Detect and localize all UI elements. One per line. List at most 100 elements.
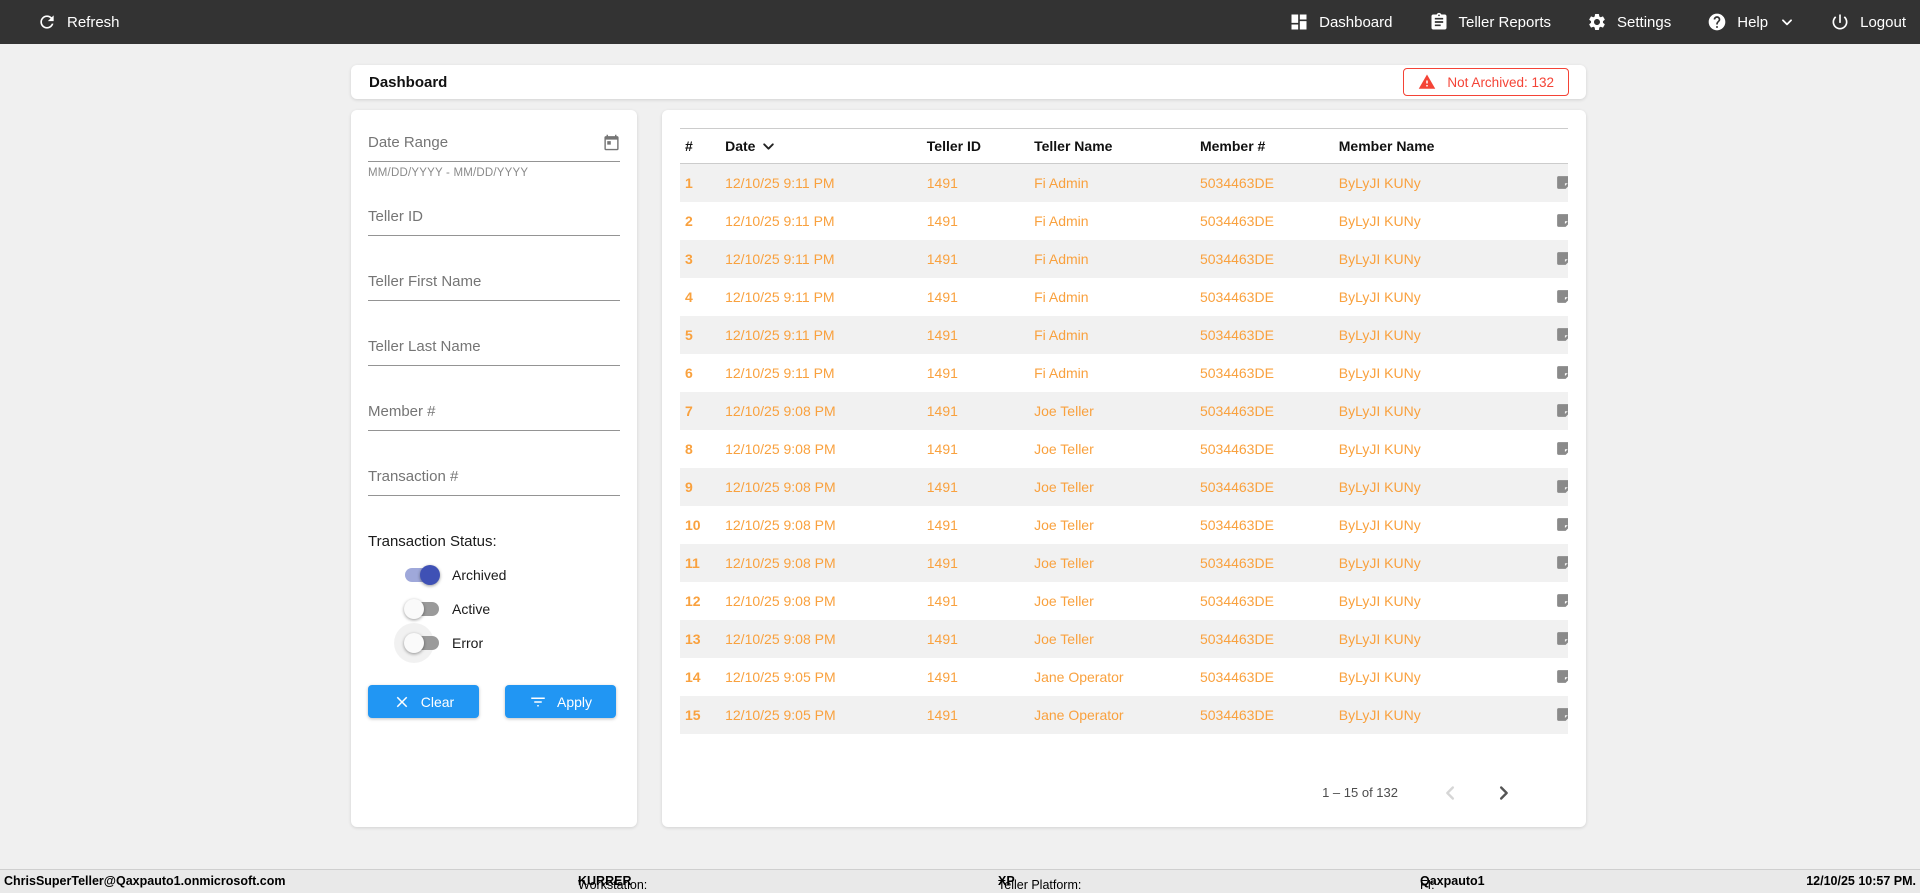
teller-first-name-label: Teller First Name [368,273,482,290]
clipboard-icon [1429,12,1449,32]
table-row[interactable]: 3 12/10/25 9:11 PM 1491 Fi Admin 5034463DE By… [680,239,1568,278]
table-cell: 5034463DE [1199,516,1274,533]
table-cell: ByLyJI KUNy [1338,250,1421,267]
table-cell: Jane Operator [1034,668,1124,685]
active-toggle[interactable] [404,599,440,619]
nav-settings[interactable]: Settings [1587,12,1671,32]
transactions-table: # Date Teller ID Teller Name Member # Me… [680,128,1568,734]
sort-desc-icon [762,140,775,153]
table-row[interactable]: 7 12/10/25 9:08 PM 1491 Joe Teller 5034463DE… [680,391,1568,430]
note-icon[interactable] [1550,202,1568,240]
note-icon[interactable] [1550,506,1568,544]
table-cell: 4 [685,288,693,305]
table-cell: 15 [685,706,701,723]
table-header-row: # Date Teller ID Teller Name Member # Me… [680,128,1568,164]
table-cell: 1491 [926,516,958,533]
apply-button[interactable]: Apply [505,685,616,718]
note-icon[interactable] [1550,278,1568,316]
table-row[interactable]: 14 12/10/25 9:05 PM 1491 Jane Operator 50344… [680,658,1568,696]
table-row[interactable]: 11 12/10/25 9:08 PM 1491 Joe Teller 5034463D… [680,543,1568,582]
top-navbar: Refresh Dashboard Teller Reports Setting… [0,0,1920,44]
table-cell: 5034463DE [1199,668,1274,685]
table-row[interactable]: 5 12/10/25 9:11 PM 1491 Fi Admin 5034463DE By… [680,315,1568,354]
table-cell: 12/10/25 9:08 PM [725,630,836,647]
table-row[interactable]: 2 12/10/25 9:11 PM 1491 Fi Admin 5034463DE By… [680,202,1568,240]
table-row[interactable]: 12 12/10/25 9:08 PM 1491 Joe Teller 5034463D… [680,582,1568,620]
apply-button-label: Apply [556,693,593,710]
table-cell: 14 [685,668,701,685]
table-row[interactable]: 8 12/10/25 9:08 PM 1491 Joe Teller 5034463DE… [680,430,1568,468]
table-row[interactable]: 13 12/10/25 9:08 PM 1491 Joe Teller 5034463D… [680,619,1568,658]
clear-button[interactable]: Clear [368,685,479,718]
col-member-number: Member # [1194,128,1334,164]
note-icon[interactable] [1550,544,1568,582]
table-cell: 1491 [926,174,958,191]
note-icon[interactable] [1550,164,1568,202]
nav-dashboard[interactable]: Dashboard [1289,12,1393,32]
note-icon[interactable] [1550,658,1568,696]
table-row[interactable]: 10 12/10/25 9:08 PM 1491 Joe Teller 5034463D… [680,506,1568,544]
nav-dashboard-label: Dashboard [1319,13,1393,31]
table-row[interactable]: 6 12/10/25 9:11 PM 1491 Fi Admin 5034463DE By… [680,354,1568,392]
archived-toggle[interactable] [404,565,440,585]
archived-toggle-label: Archived [452,567,507,583]
table-row[interactable]: 15 12/10/25 9:05 PM 1491 Jane Operator 50344… [680,695,1568,734]
col-number: # [680,128,721,164]
nav-settings-label: Settings [1617,13,1672,31]
nav-logout[interactable]: Logout [1830,12,1906,32]
page-header-card: Dashboard Not Archived: 132 [351,65,1586,99]
teller-id-field[interactable]: Teller ID [368,208,620,236]
page-range-label: 1 – 15 of 132 [1322,785,1398,800]
nav-help[interactable]: Help [1707,12,1794,32]
table-cell: ByLyJI KUNy [1338,326,1421,343]
note-icon[interactable] [1550,240,1568,278]
table-cell: ByLyJI KUNy [1338,516,1421,533]
table-cell: Fi Admin [1034,326,1089,343]
teller-last-name-field[interactable]: Teller Last Name [368,338,620,366]
member-number-field[interactable]: Member # [368,403,620,431]
note-icon[interactable] [1550,430,1568,468]
next-page-button[interactable] [1490,780,1516,806]
toggle-row-archived: Archived [404,565,620,585]
table-cell: 10 [685,516,701,533]
table-cell: 1491 [926,554,958,571]
note-icon[interactable] [1550,354,1568,392]
table-cell: 1491 [926,402,958,419]
transaction-number-field[interactable]: Transaction # [368,468,620,496]
note-icon[interactable] [1550,620,1568,658]
table-cell: ByLyJI KUNy [1338,478,1421,495]
table-cell: 12/10/25 9:08 PM [725,554,836,571]
date-range-field[interactable]: Date Range MM/DD/YYYY - MM/DD/YYYY [368,134,620,179]
teller-first-name-field[interactable]: Teller First Name [368,273,620,301]
table-body: 1 12/10/25 9:11 PM 1491 Fi Admin 5034463DE By… [680,163,1568,734]
col-date[interactable]: Date [720,128,922,164]
note-icon[interactable] [1550,696,1568,734]
nav-teller-reports[interactable]: Teller Reports [1429,12,1551,32]
not-archived-badge[interactable]: Not Archived: 132 [1403,68,1569,96]
table-cell: 12/10/25 9:11 PM [725,364,835,381]
table-cell: 12/10/25 9:05 PM [725,706,836,723]
note-icon[interactable] [1550,468,1568,506]
table-cell: 5034463DE [1199,630,1274,647]
table-cell: 3 [685,250,693,267]
table-cell: ByLyJI KUNy [1338,630,1421,647]
toggle-row-active: Active [404,599,620,619]
note-icon[interactable] [1550,582,1568,620]
table-cell: 1491 [926,592,958,609]
note-icon[interactable] [1550,392,1568,430]
error-toggle[interactable] [394,623,440,663]
table-cell: ByLyJI KUNy [1338,706,1421,723]
table-row[interactable]: 9 12/10/25 9:08 PM 1491 Joe Teller 5034463DE… [680,467,1568,506]
not-archived-label: Not Archived: 132 [1447,74,1554,90]
prev-page-button[interactable] [1438,780,1464,806]
col-member-name: Member Name [1333,128,1550,164]
table-cell: Fi Admin [1034,174,1089,191]
table-row[interactable]: 4 12/10/25 9:11 PM 1491 Fi Admin 5034463DE By… [680,278,1568,316]
refresh-button[interactable]: Refresh [37,12,120,32]
teller-id-label: Teller ID [368,208,424,225]
power-icon [1830,12,1850,32]
note-icon[interactable] [1550,316,1568,354]
table-cell: 7 [685,402,693,419]
table-row[interactable]: 1 12/10/25 9:11 PM 1491 Fi Admin 5034463DE By… [680,163,1568,202]
calendar-icon[interactable] [603,134,620,151]
